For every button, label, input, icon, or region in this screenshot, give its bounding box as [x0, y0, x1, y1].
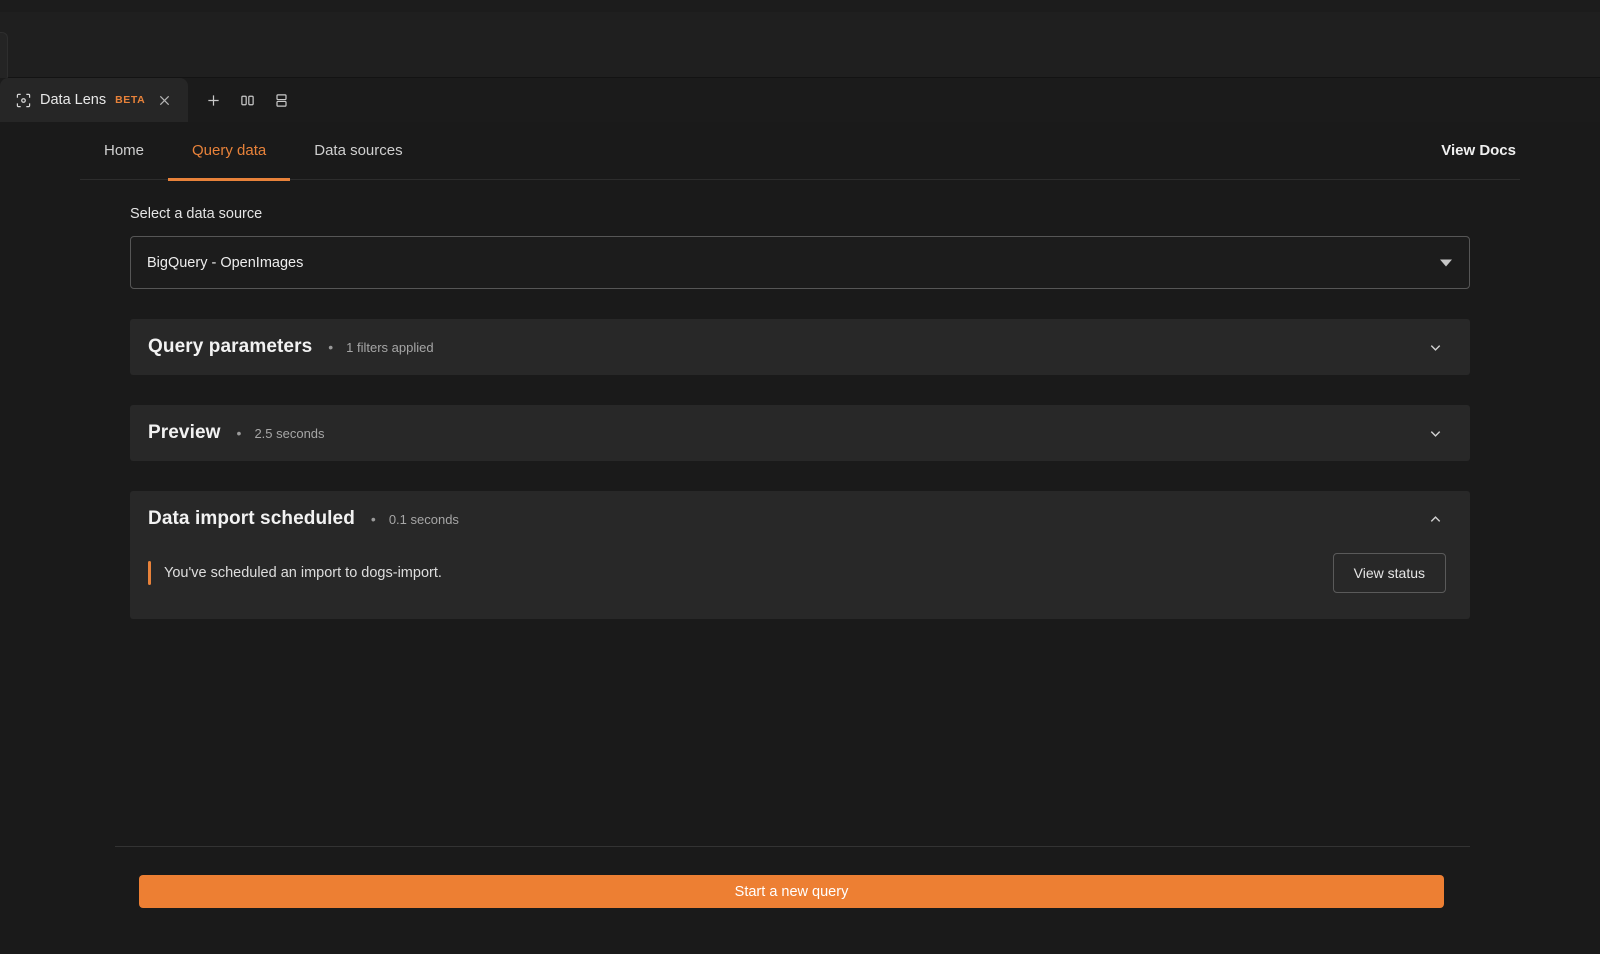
chevron-up-icon[interactable] — [1424, 508, 1446, 530]
panel-meta: 2.5 seconds — [254, 425, 325, 441]
nav-tab-label: Data sources — [314, 142, 403, 159]
os-top-strip — [0, 0, 1600, 12]
panel-data-import-scheduled: Data import scheduled • 0.1 seconds You'… — [130, 491, 1470, 619]
primary-nav: Home Query data Data sources View Docs — [80, 122, 1520, 181]
os-secondary-bar — [0, 12, 1600, 82]
alert-accent-bar — [148, 561, 151, 585]
nav-tab-label: Home — [104, 142, 145, 159]
footer-bar: Start a new query — [0, 846, 1600, 954]
nav-tab-label: Query data — [192, 142, 267, 159]
nav-tab-data-sources[interactable]: Data sources — [290, 122, 426, 180]
panel-header[interactable]: Query parameters • 1 filters applied — [130, 319, 1470, 375]
panel-body: You've scheduled an import to dogs-impor… — [130, 547, 1470, 619]
caret-down-icon — [1440, 259, 1452, 266]
plus-icon[interactable] — [200, 87, 226, 113]
panel-title: Query parameters — [148, 336, 313, 357]
data-source-label: Select a data source — [130, 206, 263, 222]
app-root: Home Query data Data sources View Docs S… — [0, 122, 1600, 954]
scan-focus-icon — [16, 93, 31, 108]
tab-beta-badge: BETA — [115, 94, 146, 106]
tab-title: Data Lens — [40, 92, 107, 108]
split-vertical-icon[interactable] — [234, 87, 260, 113]
nav-tab-query-data[interactable]: Query data — [168, 122, 291, 181]
panel-meta: 1 filters applied — [346, 339, 434, 355]
browser-tab-bar: Data Lens BETA — [0, 78, 1600, 122]
data-source-select[interactable]: BigQuery - OpenImages — [130, 236, 1470, 289]
panel-query-parameters: Query parameters • 1 filters applied — [130, 319, 1470, 375]
tab-data-lens[interactable]: Data Lens BETA — [0, 78, 189, 122]
alert-message: You've scheduled an import to dogs-impor… — [164, 565, 442, 581]
panel-separator: • — [328, 339, 334, 355]
panel-separator: • — [370, 511, 376, 527]
chevron-down-icon[interactable] — [1424, 422, 1446, 444]
tab-bar-actions — [188, 78, 294, 122]
footer-divider — [115, 846, 1470, 847]
start-new-query-button[interactable]: Start a new query — [139, 875, 1444, 908]
chevron-down-icon[interactable] — [1424, 336, 1446, 358]
view-docs-link[interactable]: View Docs — [1441, 142, 1520, 159]
view-status-button[interactable]: View status — [1332, 553, 1446, 593]
panel-title: Data import scheduled — [148, 508, 355, 529]
close-icon[interactable] — [154, 90, 174, 110]
panel-separator: • — [236, 425, 242, 441]
os-left-edge-handle[interactable] — [0, 32, 8, 82]
panel-header[interactable]: Data import scheduled • 0.1 seconds — [130, 491, 1470, 547]
panel-header[interactable]: Preview • 2.5 seconds — [130, 405, 1470, 461]
nav-tab-list: Home Query data Data sources — [80, 122, 427, 181]
panel-title: Preview — [148, 422, 221, 443]
panel-meta: 0.1 seconds — [388, 511, 459, 527]
import-status-alert: You've scheduled an import to dogs-impor… — [148, 561, 1333, 585]
data-source-selected-value: BigQuery - OpenImages — [147, 254, 304, 271]
split-horizontal-icon[interactable] — [268, 87, 294, 113]
nav-tab-home[interactable]: Home — [80, 122, 168, 180]
main-content: Select a data source BigQuery - OpenImag… — [0, 180, 1600, 619]
panel-preview: Preview • 2.5 seconds — [130, 405, 1470, 461]
